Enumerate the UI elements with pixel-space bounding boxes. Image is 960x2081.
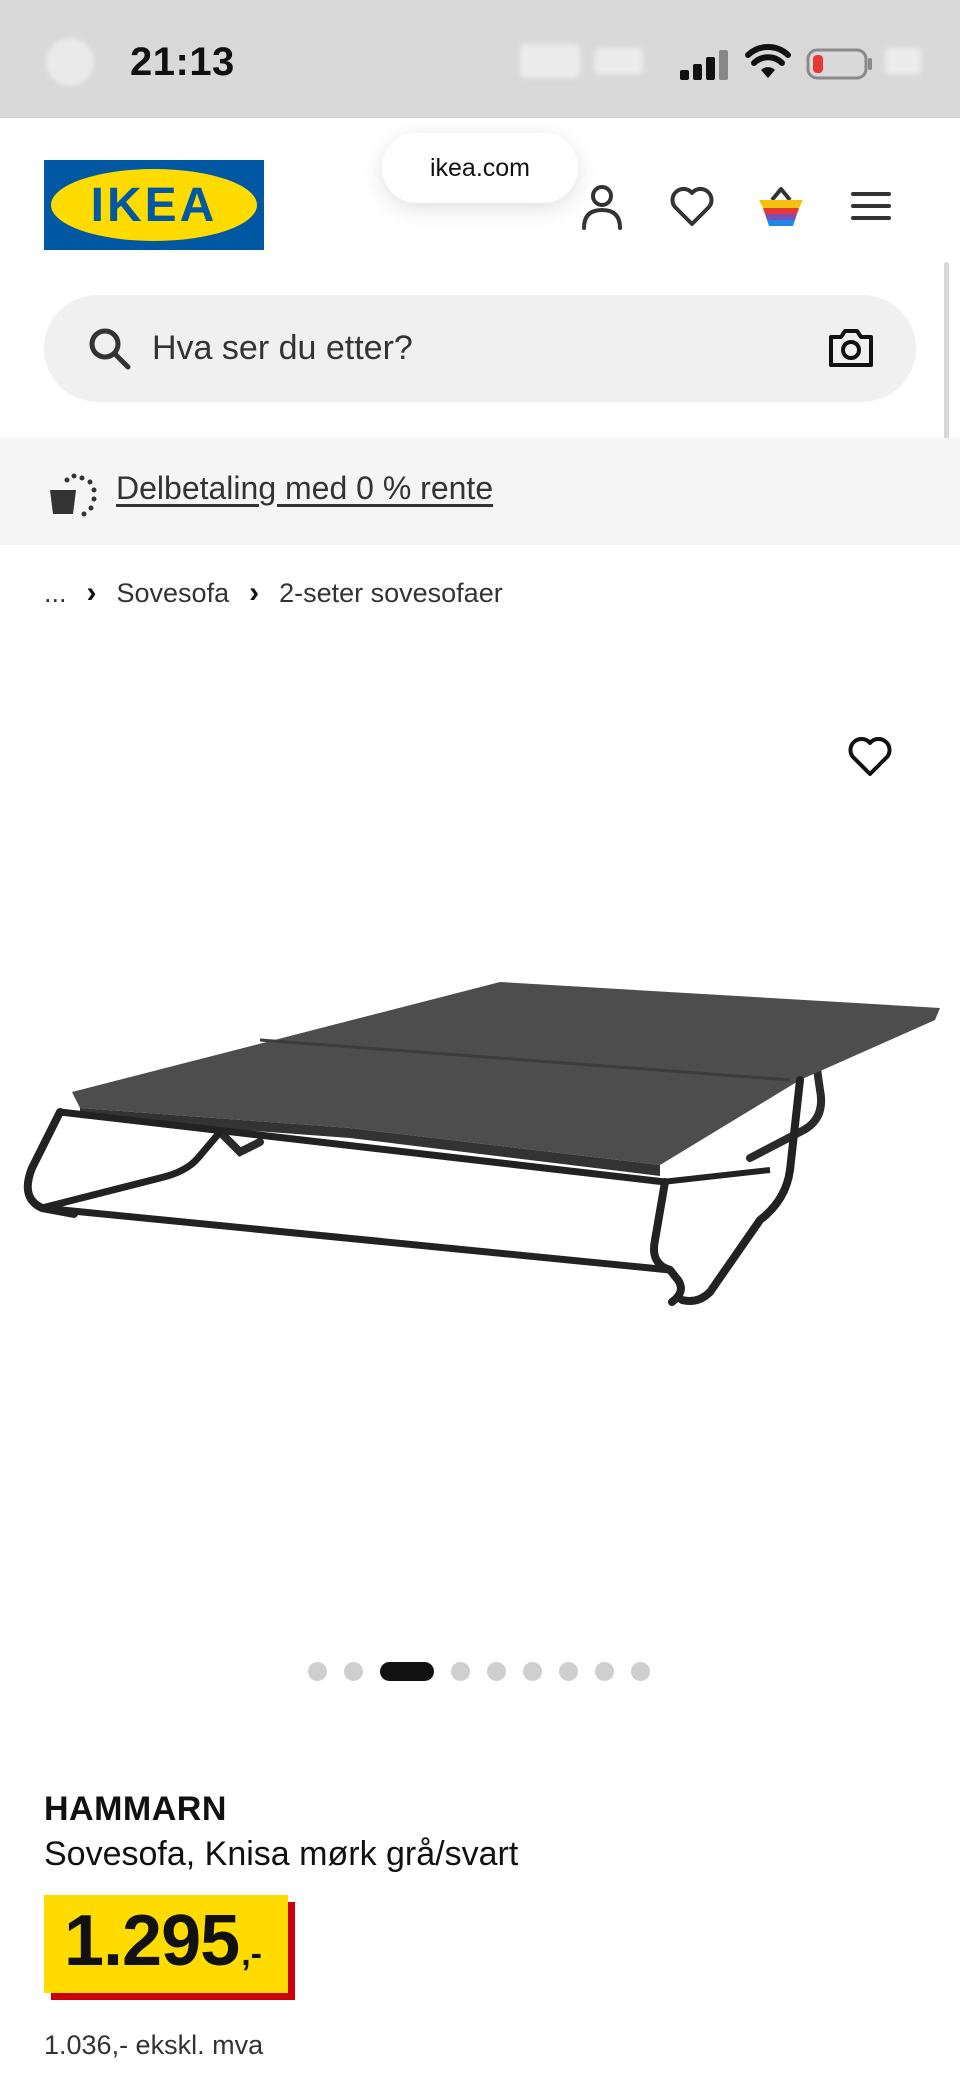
basket-icon[interactable] (755, 180, 807, 232)
search-bar[interactable] (44, 295, 916, 402)
carousel-dot[interactable] (308, 1661, 327, 1681)
search-input[interactable] (152, 317, 812, 379)
product-image[interactable] (10, 920, 950, 1360)
breadcrumb: ... › Sovesofa › 2-seter sovesofaer (44, 573, 503, 613)
carousel-dot[interactable] (595, 1661, 614, 1681)
heart-icon[interactable] (666, 180, 718, 232)
carousel-dot[interactable] (559, 1661, 578, 1681)
carousel-dot-active[interactable] (380, 1661, 434, 1681)
carousel-dot[interactable] (487, 1661, 506, 1681)
camera-icon[interactable] (828, 327, 874, 369)
image-carousel-dots (308, 1660, 650, 1682)
search-icon[interactable] (86, 325, 132, 371)
breadcrumb-item-sovesofa[interactable]: Sovesofa (117, 578, 230, 609)
status-bar: 21:13 (0, 0, 960, 118)
product-description: Sovesofa, Knisa mørk grå/svart (44, 1835, 519, 1873)
breadcrumb-item-2-seter[interactable]: 2-seter sovesofaer (279, 578, 503, 609)
chevron-right-icon: › (86, 576, 97, 609)
battery-percent (885, 48, 921, 74)
price-amount: 1.295 (64, 1901, 240, 1981)
carousel-dot[interactable] (523, 1661, 542, 1681)
menu-icon[interactable] (845, 180, 897, 232)
cellular-signal-icon (680, 50, 730, 80)
network-speed (595, 48, 643, 74)
svg-text:IKEA: IKEA (91, 179, 218, 232)
carousel-dot[interactable] (631, 1661, 650, 1681)
price-tag: 1.295 ,- (44, 1895, 295, 2000)
add-to-favorites-heart-icon[interactable] (844, 730, 896, 782)
browser-url-pill[interactable]: ikea.com (382, 133, 578, 203)
breadcrumb-ellipsis[interactable]: ... (44, 578, 67, 609)
truck-icon (520, 44, 580, 78)
carousel-dot[interactable] (344, 1661, 363, 1681)
product-brand: HAMMARN (44, 1790, 227, 1828)
battery-icon (806, 48, 872, 80)
wifi-icon (745, 44, 791, 78)
ikea-logo[interactable]: IKEA (44, 160, 264, 250)
installment-link[interactable]: Delbetaling med 0 % rente (116, 470, 493, 507)
carousel-dot[interactable] (451, 1661, 470, 1681)
account-icon[interactable] (576, 180, 628, 232)
promo-banner: Delbetaling med 0 % rente (0, 438, 960, 545)
price-excluding-vat: 1.036,- ekskl. mva (44, 2030, 264, 2060)
installment-icon (50, 473, 97, 517)
status-time: 21:13 (130, 40, 235, 84)
chevron-right-icon: › (249, 576, 260, 609)
globe-icon (46, 38, 94, 86)
price-suffix: ,- (241, 1935, 262, 1973)
scrollbar[interactable] (944, 262, 949, 444)
